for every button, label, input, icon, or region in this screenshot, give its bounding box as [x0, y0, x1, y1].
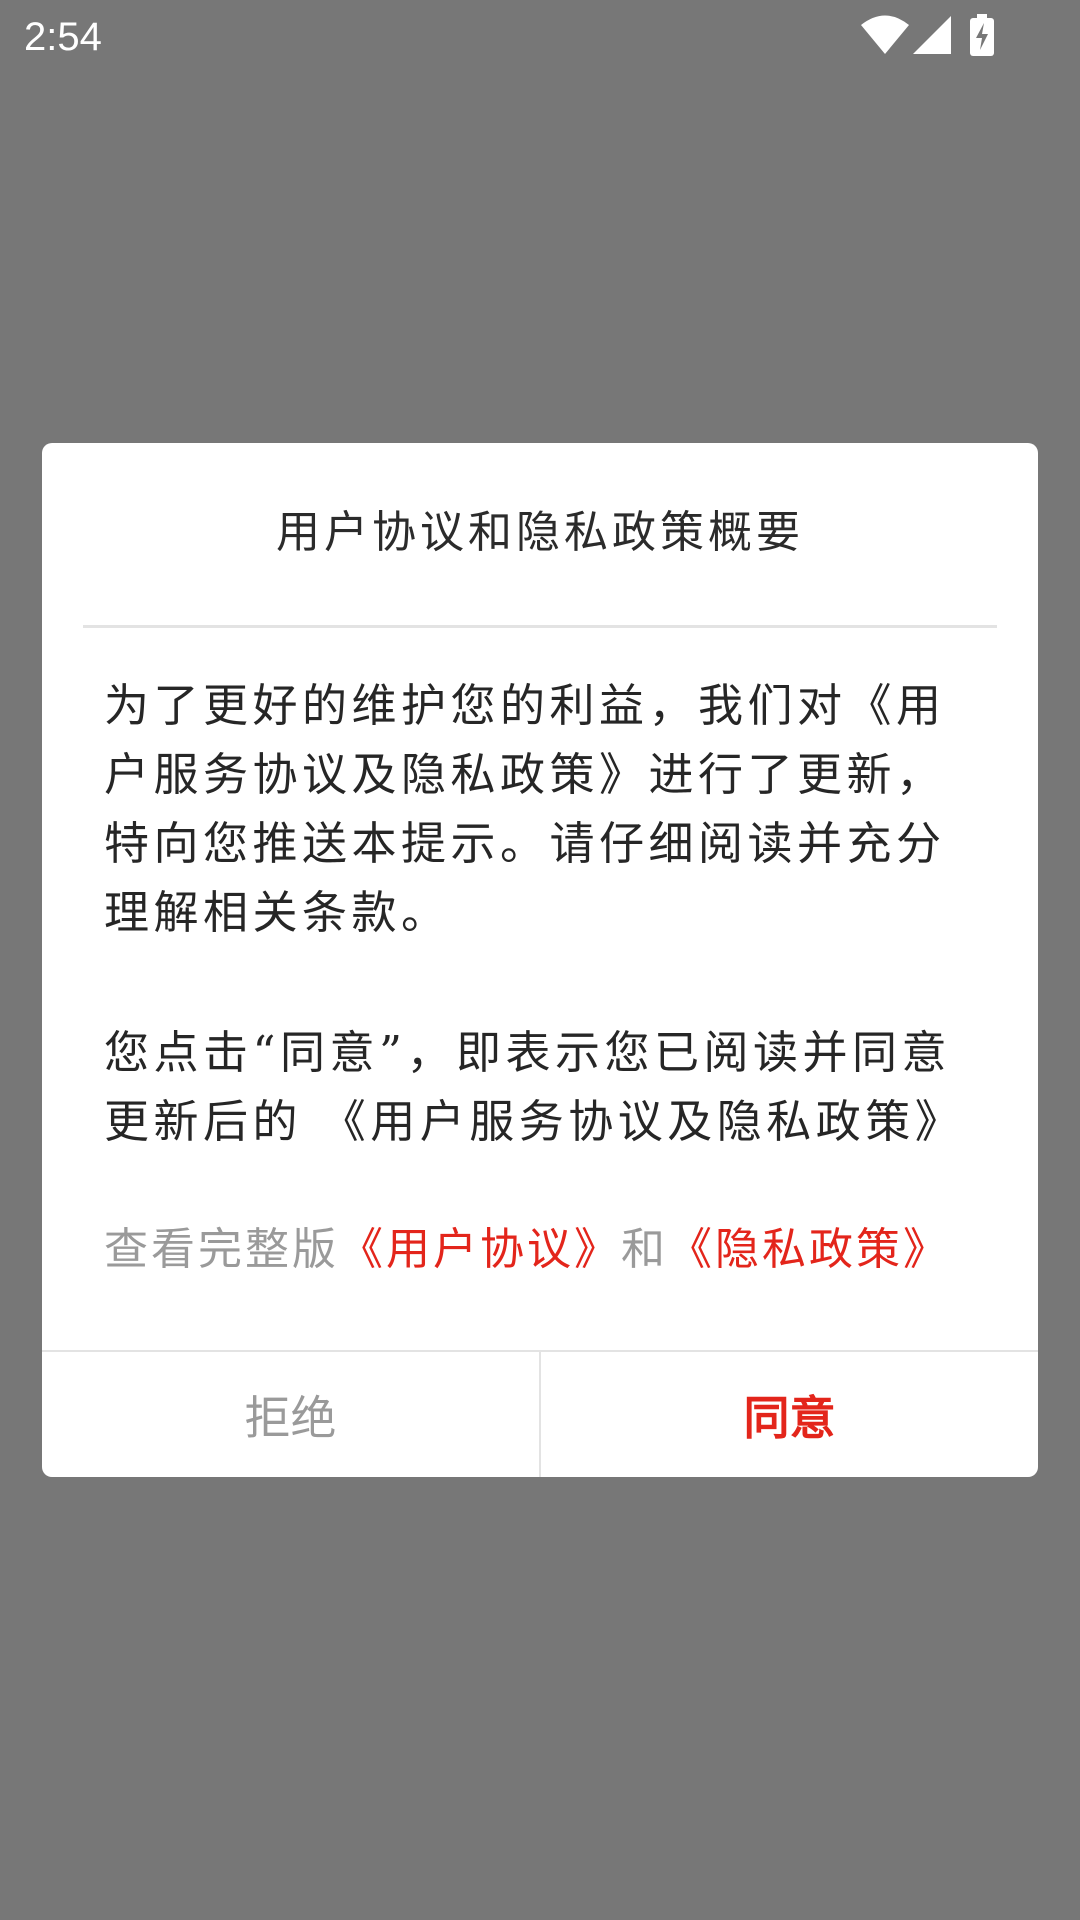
status-icons	[860, 14, 1010, 58]
agree-button[interactable]: 同意	[541, 1352, 1038, 1477]
agreement-dialog: 用户协议和隐私政策概要 为了更好的维护您的利益，我们对《用户服务协议及隐私政策》…	[42, 443, 1038, 1477]
privacy-policy-link[interactable]: 《隐私政策》	[668, 1224, 950, 1275]
links-conjunction: 和	[621, 1224, 668, 1275]
reject-button[interactable]: 拒绝	[42, 1352, 539, 1477]
update-notice-paragraph: 为了更好的维护您的利益，我们对《用户服务协议及隐私政策》进行了更新，特向您推送本…	[104, 679, 946, 939]
full-version-links: 查看完整版《用户协议》和《隐私政策》	[104, 1220, 1004, 1280]
status-time: 2:54	[24, 15, 102, 59]
user-agreement-link[interactable]: 《用户协议》	[339, 1224, 621, 1275]
cell-signal-icon	[913, 16, 951, 54]
links-prefix: 查看完整版	[104, 1224, 339, 1275]
title-divider	[83, 625, 997, 628]
status-bar: 2:54	[0, 0, 1080, 74]
dialog-title: 用户协议和隐私政策概要	[276, 507, 804, 558]
consent-paragraph: 您点击“同意”，即表示您已阅读并同意更新后的 《用户服务协议及隐私政策》	[104, 1026, 965, 1148]
battery-charging-icon	[970, 14, 994, 56]
wifi-icon	[861, 15, 909, 54]
